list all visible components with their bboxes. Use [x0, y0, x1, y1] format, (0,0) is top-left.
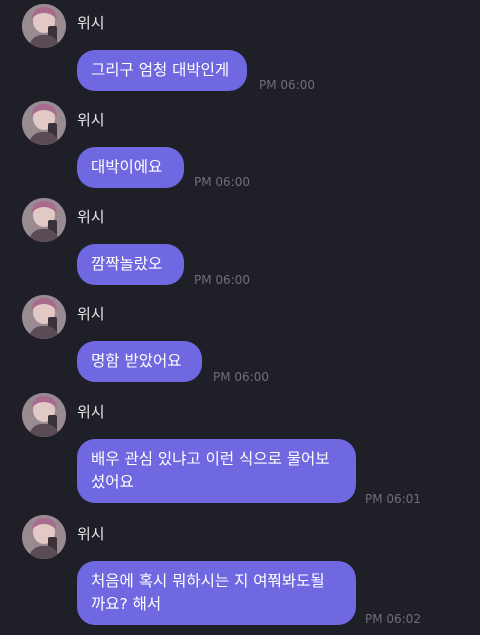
message-bubble[interactable]: 깜짝놀랐오 [77, 244, 184, 285]
avatar[interactable] [22, 198, 66, 242]
timestamp: PM 06:00 [213, 370, 269, 384]
avatar[interactable] [22, 515, 66, 559]
avatar[interactable] [22, 4, 66, 48]
timestamp: PM 06:01 [365, 492, 421, 506]
sender-name: 위시 [77, 305, 105, 323]
sender-name: 위시 [77, 14, 105, 32]
message-bubble[interactable]: 배우 관심 있냐고 이런 식으로 물어보 셨어요 [77, 439, 356, 503]
message-bubble[interactable]: 대박이에요 [77, 147, 184, 188]
avatar[interactable] [22, 295, 66, 339]
sender-name: 위시 [77, 403, 105, 421]
sender-name: 위시 [77, 208, 105, 226]
timestamp: PM 06:00 [194, 273, 250, 287]
message-bubble[interactable]: 그리구 엄청 대박인게 [77, 50, 247, 91]
chat-view: 위시 그리구 엄청 대박인게 PM 06:00 위시 대박이에요 PM 06:0… [0, 0, 480, 635]
avatar[interactable] [22, 101, 66, 145]
sender-name: 위시 [77, 111, 105, 129]
avatar[interactable] [22, 393, 66, 437]
message-bubble[interactable]: 처음에 혹시 뭐하시는 지 여쭤봐도될 까요? 해서 [77, 561, 356, 625]
timestamp: PM 06:00 [194, 175, 250, 189]
message-bubble[interactable]: 명함 받았어요 [77, 341, 202, 382]
timestamp: PM 06:02 [365, 612, 421, 626]
timestamp: PM 06:00 [259, 78, 315, 92]
sender-name: 위시 [77, 525, 105, 543]
